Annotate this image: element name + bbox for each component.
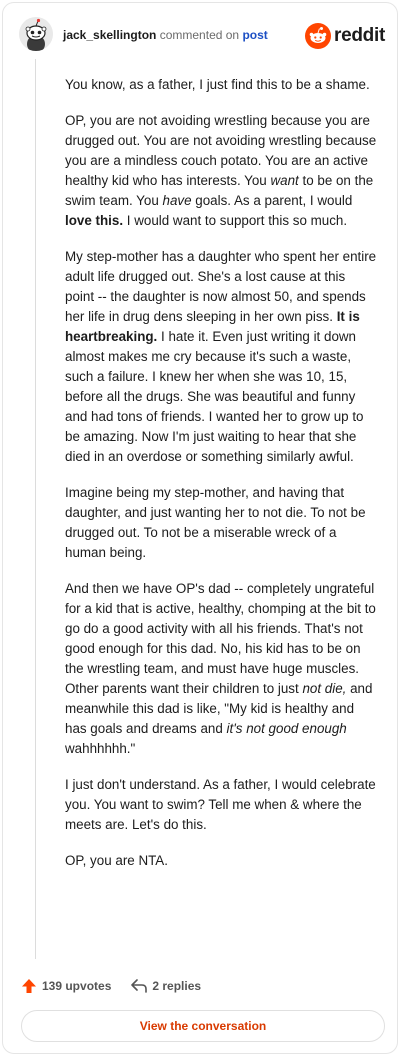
- upvote-button[interactable]: 139 upvotes: [21, 978, 111, 994]
- comment-paragraph: My step-mother has a daughter who spent …: [65, 247, 377, 467]
- comment-paragraph: Imagine being my step-mother, and having…: [65, 483, 377, 563]
- comment-actions: 139 upvotes 2 replies: [21, 975, 201, 997]
- thread-line: [35, 59, 36, 959]
- comment-header: jack_skellington commented on post reddi…: [19, 17, 385, 55]
- comment-text: I just don't understand. As a father, I …: [65, 777, 376, 832]
- commented-on-label: commented on: [159, 28, 240, 42]
- comment-paragraph: OP, you are NTA.: [65, 851, 377, 871]
- comment-paragraph: OP, you are not avoiding wrestling becau…: [65, 111, 377, 231]
- italic-text: want: [270, 173, 299, 188]
- comment-text: Imagine being my step-mother, and having…: [65, 485, 366, 560]
- italic-text: not die,: [302, 681, 347, 696]
- comment-text: I hate it. Even just writing it down alm…: [65, 329, 364, 464]
- comment-text: I would want to support this so much.: [123, 213, 348, 228]
- embedded-comment-card: jack_skellington commented on post reddi…: [2, 2, 398, 1054]
- username-link[interactable]: jack_skellington: [63, 28, 156, 42]
- comment-body: You know, as a father, I just find this …: [65, 75, 377, 887]
- brand-wordmark: reddit: [334, 25, 385, 46]
- comment-text: OP, you are NTA.: [65, 853, 168, 868]
- upvote-count: 139 upvotes: [42, 979, 112, 993]
- reply-arrow-icon: [131, 979, 148, 993]
- italic-text: it's not good enough: [226, 721, 347, 736]
- reddit-logo-icon: [305, 23, 332, 49]
- comment-text: You know, as a father, I just find this …: [65, 77, 370, 92]
- bold-text: love this.: [65, 213, 124, 228]
- comment-paragraph: I just don't understand. As a father, I …: [65, 775, 377, 835]
- comment-text: And then we have OP's dad -- completely …: [65, 581, 376, 696]
- comment-text: wahhhhhh.": [65, 741, 136, 756]
- avatar[interactable]: [19, 17, 53, 51]
- post-link[interactable]: post: [242, 28, 267, 42]
- comment-text: goals. As a parent, I would: [191, 193, 353, 208]
- comment-text: My step-mother has a daughter who spent …: [65, 249, 377, 324]
- comment-paragraph: You know, as a father, I just find this …: [65, 75, 377, 95]
- italic-text: have: [162, 193, 192, 208]
- upvote-arrow-icon: [22, 979, 36, 993]
- comment-meta: jack_skellington commented on post: [63, 28, 268, 42]
- comment-paragraph: And then we have OP's dad -- completely …: [65, 579, 377, 759]
- snoo-avatar-icon: [19, 17, 53, 51]
- reply-count: 2 replies: [152, 979, 202, 993]
- reddit-brand[interactable]: reddit: [305, 23, 385, 49]
- view-conversation-button[interactable]: View the conversation: [21, 1010, 385, 1042]
- replies-button[interactable]: 2 replies: [131, 979, 201, 993]
